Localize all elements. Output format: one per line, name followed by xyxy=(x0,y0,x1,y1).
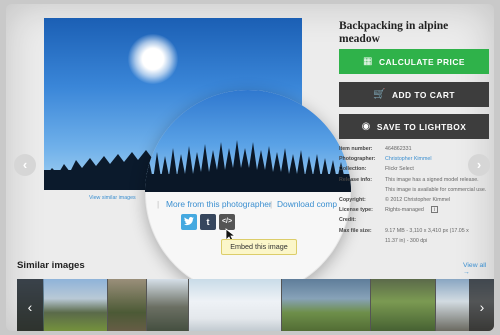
cart-icon: 🛒 xyxy=(373,89,386,100)
detail-key: License type: xyxy=(339,207,373,214)
similar-thumb[interactable] xyxy=(108,279,146,331)
calculate-price-button[interactable]: ▦ CALCULATE PRICE xyxy=(339,49,489,74)
info-icon[interactable]: i xyxy=(431,206,438,214)
detail-row: This image is available for commercial u… xyxy=(339,187,494,197)
download-comp-link[interactable]: Download comp xyxy=(277,199,337,209)
detail-row: License type: Rights-managed i xyxy=(339,206,494,217)
tumblr-icon[interactable]: t xyxy=(200,214,216,230)
similar-thumb[interactable] xyxy=(44,279,107,331)
similar-thumb[interactable] xyxy=(189,279,281,331)
detail-row: Max file size: 9.17 MB - 3,110 x 3,410 px… xyxy=(339,228,494,238)
detail-key: Release info: xyxy=(339,176,372,183)
app-window: View similar images ‹ › | More from this… xyxy=(6,4,494,331)
similar-images-heading: Similar images xyxy=(17,260,85,271)
embed-tooltip: Embed this image xyxy=(221,239,297,255)
calculator-icon: ▦ xyxy=(363,56,373,67)
detail-value: 9.17 MB - 3,110 x 3,410 px (17.05 x xyxy=(385,227,469,234)
strip-prev-arrow[interactable]: ‹ xyxy=(17,279,43,331)
detail-row: 11.37 in) - 300 dpi xyxy=(339,238,494,248)
detail-key: Copyright: xyxy=(339,196,366,203)
detail-row: Credit: xyxy=(339,217,494,227)
lightbox-icon: ◉ xyxy=(361,121,371,132)
add-to-cart-label: ADD TO CART xyxy=(391,89,455,100)
detail-key: Collection: xyxy=(339,166,367,173)
image-details: Item number: 464862331 Photographer: Chris… xyxy=(339,146,494,248)
similar-thumb[interactable] xyxy=(282,279,370,331)
strip-next-arrow[interactable]: › xyxy=(469,279,494,331)
add-to-cart-button[interactable]: 🛒 ADD TO CART xyxy=(339,82,489,107)
view-similar-link[interactable]: View similar images xyxy=(89,195,136,201)
product-title: Backpacking in alpine meadow xyxy=(339,20,449,45)
detail-row: Copyright: © 2012 Christopher Kimmel xyxy=(339,197,494,207)
detail-key: Item number: xyxy=(339,146,373,152)
save-to-lightbox-button[interactable]: ◉ SAVE TO LIGHTBOX xyxy=(339,114,489,139)
detail-row: Photographer: Christopher Kimmel xyxy=(339,156,494,166)
prev-image-arrow[interactable]: ‹ xyxy=(14,154,36,176)
detail-row: Item number: 464862331 xyxy=(339,146,494,156)
detail-value: © 2012 Christopher Kimmel xyxy=(385,196,451,203)
detail-key: Max file size: xyxy=(339,227,372,234)
detail-value: 11.37 in) - 300 dpi xyxy=(385,237,428,244)
detail-key: Credit: xyxy=(339,217,357,224)
detail-value: This image is available for commercial u… xyxy=(385,186,487,193)
similar-thumb[interactable] xyxy=(147,279,188,331)
detail-value: 464862331 xyxy=(385,146,412,152)
save-to-lightbox-label: SAVE TO LIGHTBOX xyxy=(376,121,467,132)
similar-images-strip: ‹ › xyxy=(17,279,494,331)
detail-row: Collection: Flickr Select xyxy=(339,166,494,176)
detail-value: Rights-managed xyxy=(385,207,424,214)
link-separator: | xyxy=(157,199,160,209)
detail-value: This image has a signed model release. xyxy=(385,176,479,183)
twitter-icon[interactable] xyxy=(181,214,197,230)
detail-row: Release info: This image has a signed mod… xyxy=(339,177,494,187)
link-separator: | xyxy=(270,199,273,209)
photographer-link[interactable]: Christopher Kimmel xyxy=(385,156,432,162)
similar-thumb[interactable] xyxy=(371,279,435,331)
detail-value: Flickr Select xyxy=(385,166,414,173)
view-all-link[interactable]: View all → xyxy=(463,262,494,276)
magnifier-zoom: | More from this photographer | Download… xyxy=(145,90,351,296)
calculate-price-label: CALCULATE PRICE xyxy=(378,56,465,67)
detail-key: Photographer: xyxy=(339,156,376,163)
more-from-photographer-link[interactable]: More from this photographer xyxy=(166,199,272,209)
magnified-ground xyxy=(145,174,351,192)
